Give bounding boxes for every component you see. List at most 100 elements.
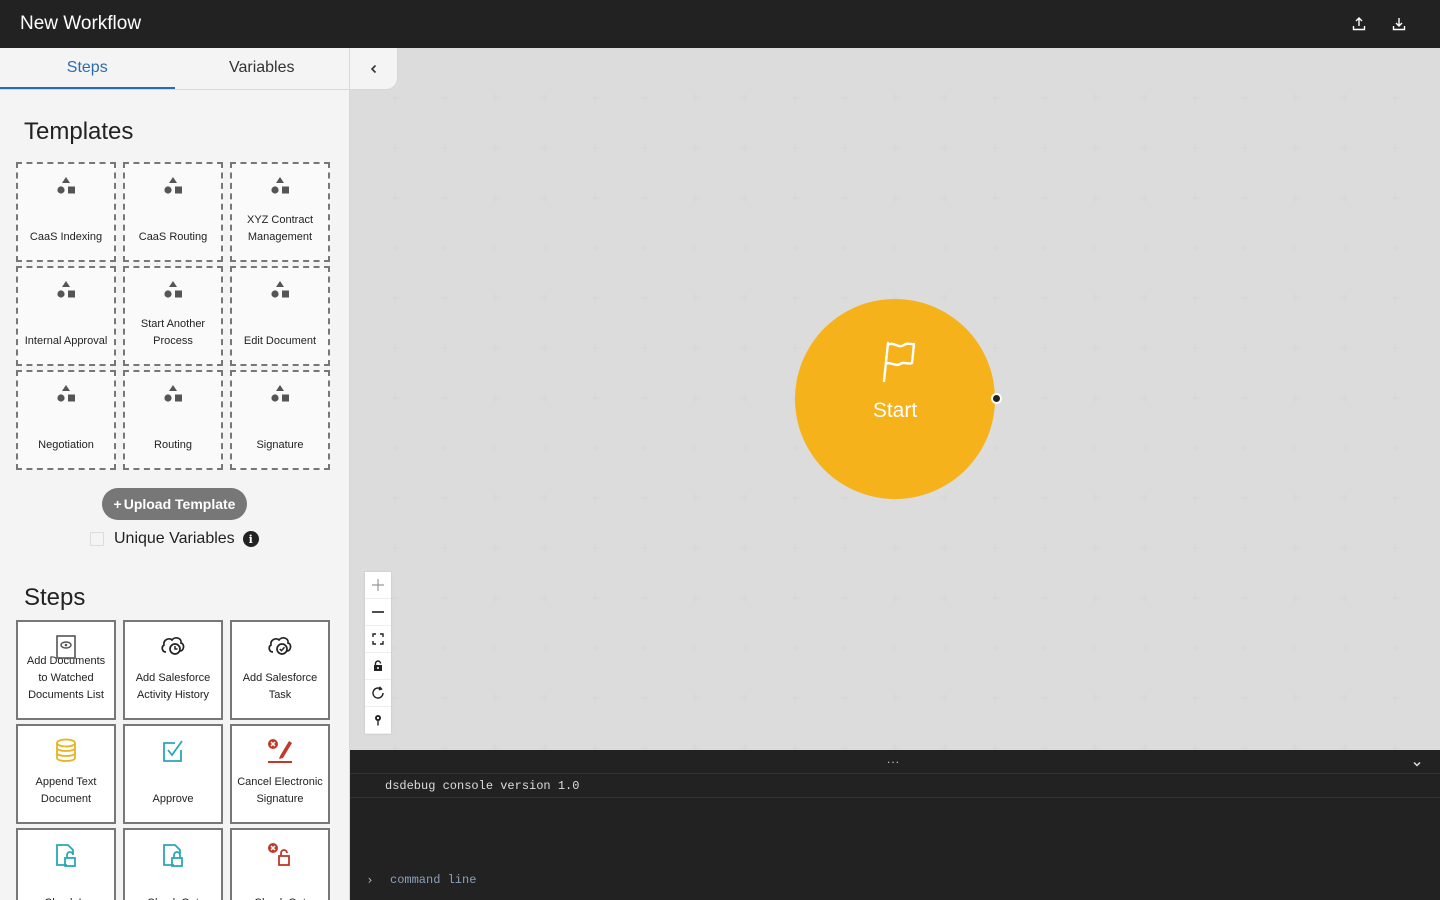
upload-template-label: Upload Template — [123, 496, 236, 512]
tab-variables[interactable]: Variables — [175, 48, 350, 89]
upload-template-button[interactable]: + Upload Template — [101, 488, 248, 520]
start-node[interactable]: Start — [795, 299, 995, 499]
tab-steps[interactable]: Steps — [0, 48, 175, 89]
step-card[interactable]: Cancel Electronic Signature — [230, 724, 330, 824]
flag-icon — [882, 341, 916, 383]
shapes-icon — [55, 280, 77, 306]
check-in-icon — [54, 842, 78, 874]
command-line-input[interactable] — [390, 873, 1290, 887]
unique-variables-label: Unique Variables — [114, 530, 235, 547]
salesforce-history-icon — [160, 634, 186, 664]
console-resize-bar[interactable]: ... — [350, 750, 1440, 774]
top-actions — [1352, 17, 1420, 31]
pin-icon — [375, 715, 381, 726]
start-node-label: Start — [872, 399, 918, 422]
template-label: CaaS Routing — [138, 231, 208, 243]
upload-icon[interactable] — [1352, 17, 1366, 31]
shapes-icon — [269, 384, 291, 410]
zoom-out-icon — [372, 611, 384, 613]
step-label: Append Text Document — [35, 776, 97, 805]
shapes-icon — [162, 176, 184, 202]
chevron-down-icon[interactable] — [1412, 756, 1422, 774]
step-card[interactable]: Check In — [16, 828, 116, 900]
step-card[interactable]: Check Out — [123, 828, 223, 900]
shapes-icon — [55, 176, 77, 202]
step-label: Check In — [44, 895, 87, 900]
template-label: Negotiation — [38, 439, 94, 451]
unique-variables-checkbox[interactable] — [90, 532, 104, 546]
console-version-line: dsdebug console version 1.0 — [350, 774, 1440, 798]
refresh-icon — [372, 686, 384, 699]
download-icon[interactable] — [1392, 17, 1406, 31]
template-card[interactable]: Signature — [230, 370, 330, 470]
collapse-sidebar-button[interactable] — [350, 48, 398, 90]
shapes-icon — [269, 176, 291, 202]
zoom-in-button[interactable] — [365, 572, 391, 599]
step-card[interactable]: Append Text Document — [16, 724, 116, 824]
start-node-output-handle[interactable] — [991, 393, 1002, 404]
info-icon[interactable]: i — [242, 531, 259, 547]
salesforce-task-icon — [267, 634, 293, 664]
approve-check-icon — [161, 738, 185, 770]
step-card[interactable]: Add Salesforce Task — [230, 620, 330, 720]
shapes-icon — [55, 384, 77, 410]
step-card[interactable]: Check Out — [230, 828, 330, 900]
template-card[interactable]: Internal Approval — [16, 266, 116, 366]
debug-console: ... dsdebug console version 1.0 › — [350, 750, 1440, 900]
step-label: Check Out — [147, 895, 199, 900]
step-label: Add Salesforce Activity History — [135, 672, 211, 701]
steps-grid: Add Documents to Watched Documents List A… — [0, 620, 349, 900]
database-stack-icon — [54, 738, 78, 770]
check-out-icon — [161, 842, 185, 874]
upload-row: + Upload Template — [0, 488, 349, 520]
top-bar: New Workflow — [0, 0, 1440, 48]
step-card[interactable]: Approve — [123, 724, 223, 824]
console-input-row: › — [350, 860, 1440, 900]
zoom-out-button[interactable] — [365, 599, 391, 626]
steps-heading: Steps — [24, 584, 86, 611]
sidebar-tabs: Steps Variables — [0, 48, 349, 90]
template-card[interactable]: Negotiation — [16, 370, 116, 470]
shapes-icon — [162, 280, 184, 306]
template-card[interactable]: XYZ Contract Management — [230, 162, 330, 262]
plus-icon: + — [113, 496, 122, 512]
template-label: Start Another Process — [140, 318, 206, 347]
template-label: Edit Document — [243, 335, 317, 347]
fit-view-icon — [372, 633, 384, 645]
console-drag-handle[interactable]: ... — [887, 752, 900, 766]
templates-heading: Templates — [24, 118, 134, 145]
step-card[interactable]: Add Salesforce Activity History — [123, 620, 223, 720]
template-label: CaaS Indexing — [29, 231, 103, 243]
templates-grid: CaaS Indexing CaaS Routing XYZ Contract Ma… — [0, 162, 349, 470]
step-label: Add Salesforce Task — [242, 672, 318, 701]
template-label: Internal Approval — [24, 335, 108, 347]
refresh-button[interactable] — [365, 680, 391, 707]
sidebar: Steps Variables Templates CaaS Indexing C… — [0, 48, 350, 900]
template-card[interactable]: Start Another Process — [123, 266, 223, 366]
step-label: Cancel Electronic Signature — [237, 776, 323, 805]
lock-button[interactable] — [365, 653, 391, 680]
cancel-check-out-icon — [266, 842, 294, 874]
template-card[interactable]: CaaS Indexing — [16, 162, 116, 262]
shapes-icon — [269, 280, 291, 306]
pin-button[interactable] — [365, 707, 391, 734]
console-prompt-icon: › — [367, 873, 373, 887]
template-label: XYZ Contract Management — [246, 214, 314, 243]
chevron-left-icon — [370, 64, 376, 73]
step-label: Check Out — [254, 895, 306, 900]
watched-document-icon — [55, 634, 77, 666]
step-label: Approve — [152, 793, 194, 805]
template-label: Signature — [256, 439, 304, 451]
cancel-signature-icon — [266, 738, 294, 770]
zoom-in-icon — [372, 579, 384, 591]
template-label: Routing — [154, 439, 192, 451]
shapes-icon — [162, 384, 184, 410]
lock-icon — [374, 660, 382, 671]
template-card[interactable]: CaaS Routing — [123, 162, 223, 262]
step-card[interactable]: Add Documents to Watched Documents List — [16, 620, 116, 720]
fit-view-button[interactable] — [365, 626, 391, 653]
app-title: New Workflow — [20, 13, 142, 34]
template-card[interactable]: Edit Document — [230, 266, 330, 366]
template-card[interactable]: Routing — [123, 370, 223, 470]
zoom-controls — [365, 572, 391, 734]
